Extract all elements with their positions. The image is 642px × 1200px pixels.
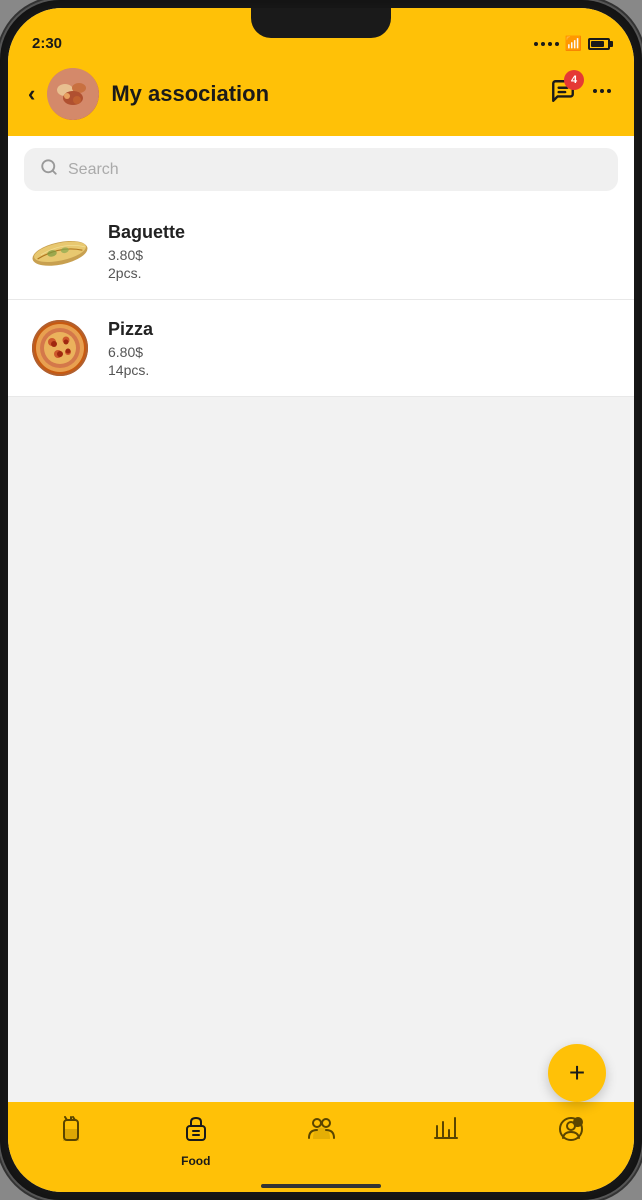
- content-area: Baguette 3.80$ 2pcs.: [8, 203, 634, 1102]
- bottom-navigation: Food: [8, 1102, 634, 1192]
- avatar: [47, 68, 99, 120]
- screen: 2:30 📶 ‹: [8, 8, 634, 1192]
- header-actions: 4: [550, 78, 614, 110]
- search-placeholder: Search: [68, 161, 119, 179]
- pizza-name: Pizza: [108, 319, 614, 340]
- battery-icon: [588, 38, 610, 50]
- baguette-info: Baguette 3.80$ 2pcs.: [108, 222, 614, 281]
- people-icon: [307, 1116, 335, 1146]
- stats-icon: [433, 1116, 459, 1148]
- page-title: My association: [111, 81, 550, 107]
- wifi-icon: 📶: [565, 35, 582, 52]
- baguette-name: Baguette: [108, 222, 614, 243]
- baguette-price: 3.80$: [108, 247, 614, 263]
- food-list: Baguette 3.80$ 2pcs.: [8, 203, 634, 397]
- list-item[interactable]: Baguette 3.80$ 2pcs.: [8, 203, 634, 300]
- more-options-button[interactable]: [590, 79, 614, 109]
- header: ‹ My association: [8, 58, 634, 136]
- nav-item-drinks[interactable]: [8, 1112, 133, 1150]
- search-bar[interactable]: Search: [24, 148, 618, 191]
- messages-button[interactable]: 4: [550, 78, 576, 110]
- signal-icon: [534, 42, 559, 46]
- notification-badge: 4: [564, 70, 584, 90]
- account-icon: €: [558, 1116, 584, 1148]
- home-indicator: [261, 1184, 381, 1188]
- nav-item-account[interactable]: €: [509, 1112, 634, 1148]
- pizza-price: 6.80$: [108, 344, 614, 360]
- search-container: Search: [8, 136, 634, 203]
- nav-item-stats[interactable]: [384, 1112, 509, 1148]
- status-icons: 📶: [534, 35, 610, 52]
- baguette-image: [28, 219, 92, 283]
- nav-item-people[interactable]: [258, 1112, 383, 1146]
- baguette-qty: 2pcs.: [108, 265, 614, 281]
- notch: [251, 8, 391, 38]
- svg-text:€: €: [575, 1121, 579, 1128]
- food-icon: [183, 1116, 209, 1150]
- nav-item-food[interactable]: Food: [133, 1112, 258, 1168]
- pizza-info: Pizza 6.80$ 14pcs.: [108, 319, 614, 378]
- drinks-icon: [59, 1116, 83, 1150]
- search-icon: [40, 158, 58, 181]
- add-item-button[interactable]: +: [548, 1044, 606, 1102]
- phone-frame: 2:30 📶 ‹: [0, 0, 642, 1200]
- food-nav-label: Food: [181, 1154, 210, 1168]
- status-time: 2:30: [32, 35, 62, 52]
- back-button[interactable]: ‹: [28, 81, 35, 107]
- list-item[interactable]: Pizza 6.80$ 14pcs.: [8, 300, 634, 397]
- pizza-image: [28, 316, 92, 380]
- pizza-qty: 14pcs.: [108, 362, 614, 378]
